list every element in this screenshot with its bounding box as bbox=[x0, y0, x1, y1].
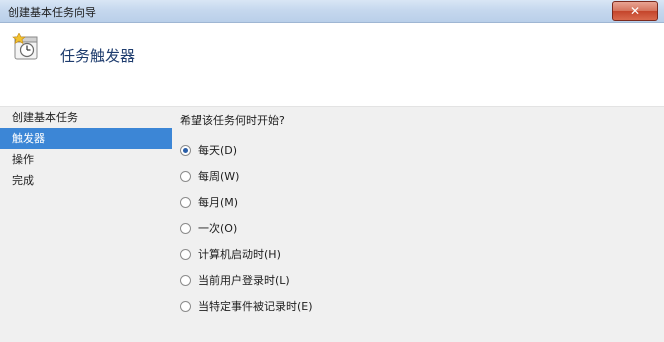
option-label: 每月(M) bbox=[198, 196, 239, 209]
radio-button-checked[interactable] bbox=[180, 144, 191, 156]
radio-button[interactable] bbox=[180, 248, 191, 260]
trigger-content: 希望该任务何时开始? 每天(D) 每周(W) 每月(M) 一次(O) 计算机启动… bbox=[172, 107, 664, 342]
radio-option-weekly[interactable]: 每周(W) bbox=[180, 163, 313, 189]
window-title: 创建基本任务向导 bbox=[8, 6, 96, 19]
radio-button[interactable] bbox=[180, 274, 191, 286]
page-title: 任务触发器 bbox=[60, 47, 136, 65]
option-label: 一次(O) bbox=[198, 222, 238, 235]
wizard-header: 任务触发器 bbox=[0, 23, 664, 107]
title-bar[interactable]: 创建基本任务向导 ✕ bbox=[0, 0, 664, 23]
option-label: 当特定事件被记录时(E) bbox=[198, 300, 313, 313]
option-label: 每周(W) bbox=[198, 170, 240, 183]
radio-option-on-event[interactable]: 当特定事件被记录时(E) bbox=[180, 293, 313, 319]
radio-option-at-logon[interactable]: 当前用户登录时(L) bbox=[180, 267, 313, 293]
radio-option-once[interactable]: 一次(O) bbox=[180, 215, 313, 241]
option-label: 当前用户登录时(L) bbox=[198, 274, 290, 287]
option-label: 每天(D) bbox=[198, 144, 238, 157]
trigger-options: 每天(D) 每周(W) 每月(M) 一次(O) 计算机启动时(H) 当前用户登录… bbox=[180, 137, 313, 319]
task-trigger-clock-icon bbox=[12, 33, 38, 60]
radio-button[interactable] bbox=[180, 300, 191, 312]
radio-button[interactable] bbox=[180, 222, 191, 234]
task-wizard-window: 创建基本任务向导 ✕ 任务触发器 创建基本任务 触发器 操作 完成 希望该任务何… bbox=[0, 0, 664, 342]
trigger-question: 希望该任务何时开始? bbox=[180, 114, 285, 127]
wizard-steps-nav: 创建基本任务 触发器 操作 完成 bbox=[0, 107, 172, 342]
nav-item-trigger[interactable]: 触发器 bbox=[0, 128, 172, 149]
close-button[interactable]: ✕ bbox=[612, 1, 658, 21]
radio-button[interactable] bbox=[180, 196, 191, 208]
radio-option-monthly[interactable]: 每月(M) bbox=[180, 189, 313, 215]
nav-item-finish[interactable]: 完成 bbox=[0, 170, 172, 191]
option-label: 计算机启动时(H) bbox=[198, 248, 281, 261]
radio-option-at-startup[interactable]: 计算机启动时(H) bbox=[180, 241, 313, 267]
radio-button[interactable] bbox=[180, 170, 191, 182]
nav-item-create-basic-task[interactable]: 创建基本任务 bbox=[0, 107, 172, 128]
nav-item-action[interactable]: 操作 bbox=[0, 149, 172, 170]
radio-option-daily[interactable]: 每天(D) bbox=[180, 137, 313, 163]
